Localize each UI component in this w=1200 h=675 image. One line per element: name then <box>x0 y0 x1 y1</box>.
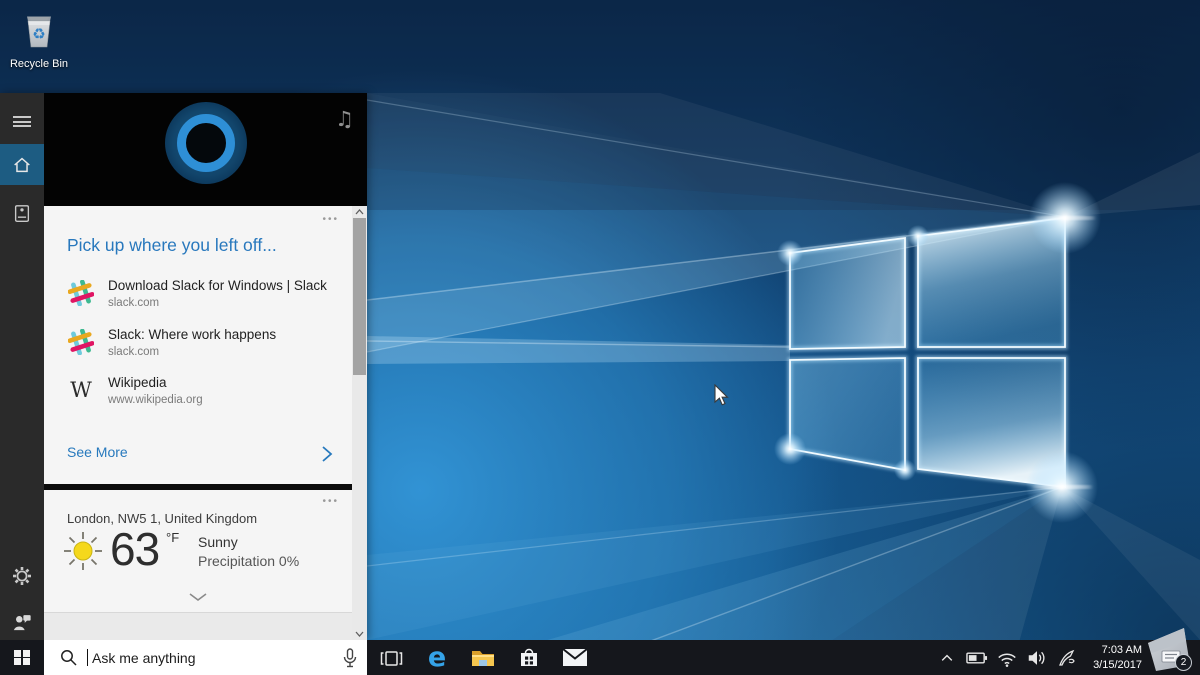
cortana-header: ♫ <box>44 93 367 206</box>
mail-icon <box>562 648 588 668</box>
notebook-icon <box>12 203 32 225</box>
task-view-button[interactable] <box>368 640 414 675</box>
taskbar-clock[interactable]: 7:03 AM 3/15/2017 <box>1078 640 1142 675</box>
scrollbar-down-arrow[interactable] <box>352 628 367 640</box>
taskbar: e <box>0 640 1200 675</box>
search-icon <box>60 649 77 666</box>
weather-unit: °F <box>166 530 179 545</box>
tray-network[interactable] <box>992 640 1022 675</box>
tray-show-hidden-icons[interactable] <box>932 640 962 675</box>
see-more-label: See More <box>67 444 128 460</box>
pen-icon <box>1057 648 1077 668</box>
pickup-item-slack-download[interactable]: Download Slack for Windows | Slack slack… <box>67 278 342 320</box>
card-menu-ellipsis-icon[interactable]: ••• <box>322 496 339 507</box>
chevron-right-icon <box>320 444 334 464</box>
slack-icon <box>67 328 95 356</box>
cortana-logo-icon <box>163 100 249 186</box>
pickup-item-wikipedia[interactable]: W Wikipedia www.wikipedia.org <box>67 375 342 417</box>
pickup-item-title: Slack: Where work happens <box>108 327 276 342</box>
wikipedia-icon: W <box>67 376 95 404</box>
file-explorer-icon <box>470 647 496 669</box>
pickup-item-slack-home[interactable]: Slack: Where work happens slack.com <box>67 327 342 369</box>
menu-button[interactable] <box>0 101 44 142</box>
task-view-icon <box>379 646 403 670</box>
pickup-item-title: Wikipedia <box>108 375 167 390</box>
recycle-bin-label: Recycle Bin <box>8 58 70 70</box>
pickup-item-url: slack.com <box>108 297 159 309</box>
weather-condition: Sunny <box>198 534 238 550</box>
tray-battery[interactable] <box>962 640 992 675</box>
next-card-partial <box>44 612 352 642</box>
recycle-symbol-icon: ♻ <box>8 25 70 43</box>
chevron-down-icon[interactable] <box>188 592 208 602</box>
store-button[interactable] <box>506 640 552 675</box>
taskbar-app-icons: e <box>368 640 598 675</box>
sidebar-item-home[interactable] <box>0 144 44 185</box>
pickup-item-url: www.wikipedia.org <box>108 394 203 406</box>
pickup-item-url: slack.com <box>108 346 159 358</box>
hamburger-icon <box>13 114 31 130</box>
search-input[interactable] <box>90 649 324 667</box>
notification-count-badge: 2 <box>1175 654 1192 671</box>
file-explorer-button[interactable] <box>460 640 506 675</box>
weather-precipitation: Precipitation 0% <box>198 553 299 569</box>
panel-scrollbar[interactable] <box>352 206 367 640</box>
tray-volume[interactable] <box>1022 640 1052 675</box>
desktop: ♻ Recycle Bin <box>0 0 1200 675</box>
slack-icon <box>67 279 95 307</box>
edge-button[interactable]: e <box>414 640 460 675</box>
scrollbar-thumb[interactable] <box>353 218 366 375</box>
card-menu-ellipsis-icon[interactable]: ••• <box>322 214 339 225</box>
edge-icon: e <box>428 644 446 671</box>
action-center-button[interactable]: 2 <box>1146 627 1196 675</box>
weather-card: ••• London, NW5 1, United Kingdom 63 °F <box>44 490 352 612</box>
windows-logo-icon <box>14 650 30 666</box>
see-more-link[interactable]: See More <box>67 444 338 468</box>
weather-temperature: 63 <box>110 522 159 576</box>
pickup-card: ••• Pick up where you left off... <box>44 206 352 484</box>
sidebar-item-notebook[interactable] <box>0 193 44 234</box>
text-caret <box>87 649 88 666</box>
mail-button[interactable] <box>552 640 598 675</box>
start-button[interactable] <box>0 640 44 675</box>
cortana-sidebar <box>0 93 44 640</box>
sunny-icon <box>62 530 104 572</box>
clock-time: 7:03 AM <box>1078 643 1142 658</box>
pickup-card-title: Pick up where you left off... <box>67 235 277 256</box>
system-tray <box>932 640 1082 675</box>
home-icon <box>11 154 33 176</box>
pickup-item-title: Download Slack for Windows | Slack <box>108 278 327 293</box>
cortana-scroll-area: ••• Pick up where you left off... <box>44 206 352 640</box>
gear-icon <box>12 566 32 586</box>
speaker-icon <box>1026 647 1048 669</box>
sidebar-item-feedback[interactable] <box>0 601 44 642</box>
cortana-panel: ♫ ••• Pick up where you left off... <box>0 93 367 640</box>
weather-location: London, NW5 1, United Kingdom <box>67 511 257 526</box>
feedback-icon <box>12 612 32 632</box>
cortana-search-box[interactable] <box>44 640 367 675</box>
scrollbar-up-arrow[interactable] <box>352 206 367 218</box>
microphone-icon[interactable] <box>343 648 357 668</box>
music-search-icon[interactable]: ♫ <box>335 107 354 131</box>
cortana-main: ♫ ••• Pick up where you left off... <box>44 93 367 640</box>
chevron-up-icon <box>939 650 955 666</box>
clock-date: 3/15/2017 <box>1078 658 1142 673</box>
sidebar-item-settings[interactable] <box>0 555 44 596</box>
wifi-icon <box>996 647 1018 669</box>
store-icon <box>517 646 541 670</box>
recycle-bin-desktop-icon[interactable]: ♻ Recycle Bin <box>8 8 70 70</box>
battery-icon <box>966 647 988 669</box>
